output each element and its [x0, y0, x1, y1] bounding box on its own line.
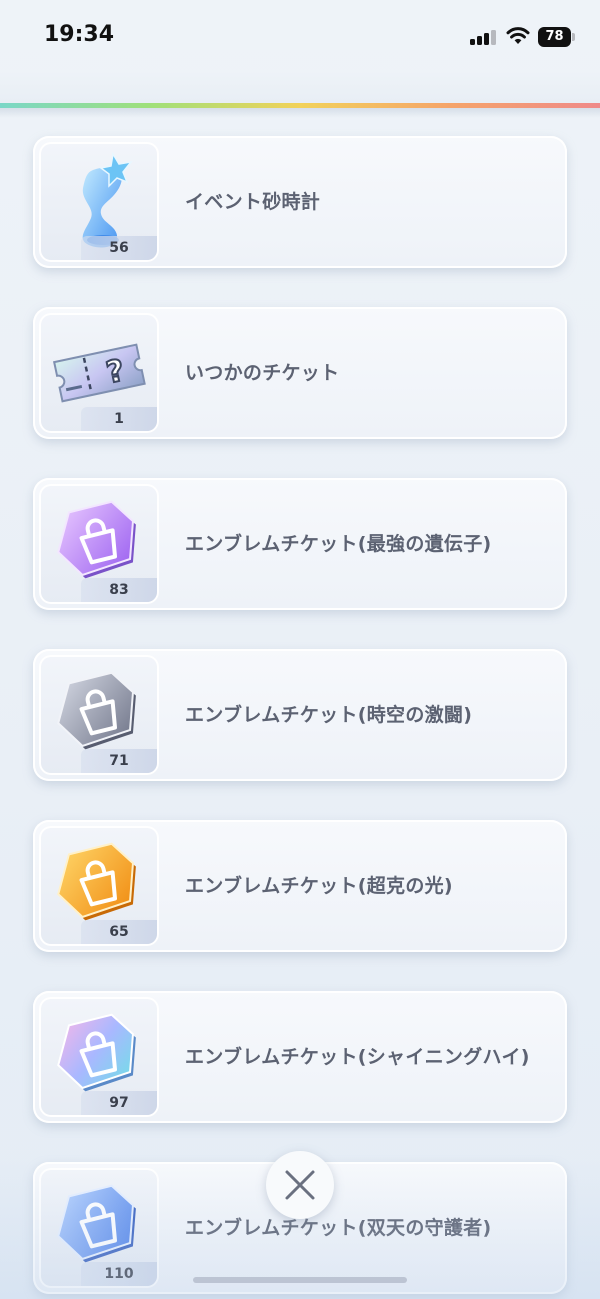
battery-level: 78 [538, 27, 571, 47]
item-thumbnail: 83 [39, 484, 159, 604]
item-card[interactable]: 71 エンブレムチケット(時空の激闘) [33, 649, 567, 781]
item-card[interactable]: 65 エンブレムチケット(超克の光) [33, 820, 567, 952]
item-thumbnail: 110 [39, 1168, 159, 1288]
status-bar: 19:34 78 [0, 0, 600, 70]
item-name: エンブレムチケット(時空の激闘) [185, 704, 473, 726]
item-name: エンブレムチケット(最強の遺伝子) [185, 533, 492, 555]
item-thumbnail: ? 1 [39, 313, 159, 433]
item-card[interactable]: 97 エンブレムチケット(シャイニングハイ) [33, 991, 567, 1123]
item-thumbnail: 56 [39, 142, 159, 262]
item-card[interactable]: 56 イベント砂時計 [33, 136, 567, 268]
close-button[interactable] [266, 1151, 334, 1219]
item-count: 71 [81, 749, 157, 773]
item-count: 1 [81, 407, 157, 431]
item-name: いつかのチケット [185, 362, 340, 384]
item-name: エンブレムチケット(双天の守護者) [185, 1217, 492, 1239]
wifi-icon [506, 27, 530, 44]
item-card[interactable]: ? 1 いつかのチケット [33, 307, 567, 439]
item-thumbnail: 71 [39, 655, 159, 775]
item-count: 97 [81, 1091, 157, 1115]
item-name: エンブレムチケット(シャイニングハイ) [185, 1046, 530, 1068]
item-card[interactable]: 83 エンブレムチケット(最強の遺伝子) [33, 478, 567, 610]
cellular-signal-icon [470, 29, 498, 45]
item-name: エンブレムチケット(超克の光) [185, 875, 453, 897]
header-band [0, 70, 600, 103]
item-count: 110 [81, 1262, 157, 1286]
item-name: イベント砂時計 [185, 191, 321, 213]
item-count: 83 [81, 578, 157, 602]
battery-icon: 78 [538, 27, 576, 47]
home-indicator[interactable] [193, 1277, 407, 1283]
close-icon [285, 1170, 315, 1200]
item-thumbnail: 65 [39, 826, 159, 946]
item-count: 56 [81, 236, 157, 260]
item-count: 65 [81, 920, 157, 944]
status-time: 19:34 [44, 22, 115, 47]
item-thumbnail: 97 [39, 997, 159, 1117]
